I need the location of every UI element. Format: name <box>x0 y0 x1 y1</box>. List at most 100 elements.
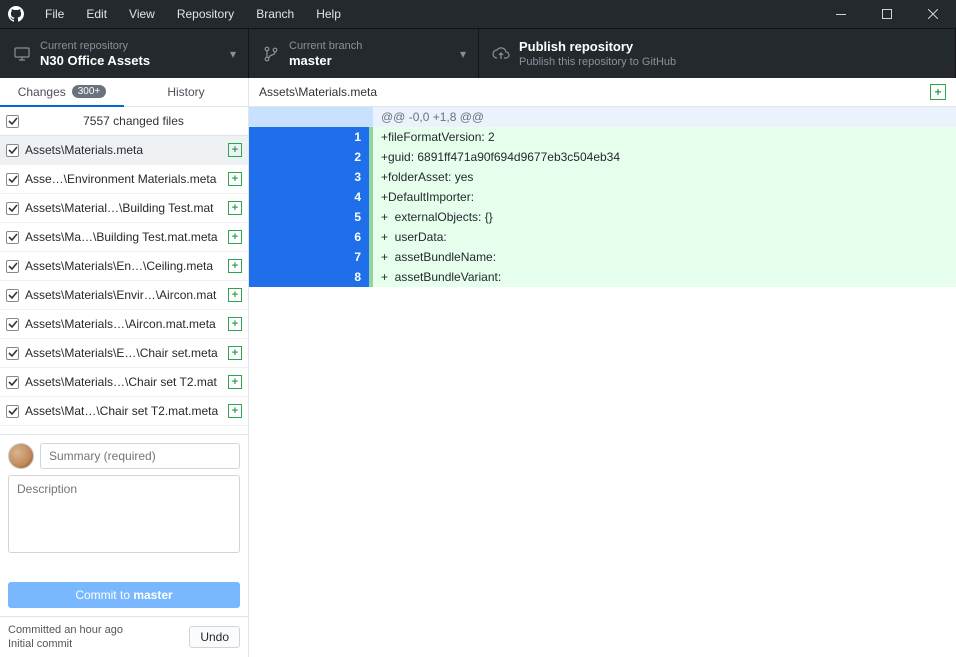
diff-line: 2+guid: 6891ff471a90f694d9677eb3c504eb34 <box>249 147 956 167</box>
tab-history-label: History <box>167 85 204 99</box>
monitor-icon <box>12 47 32 61</box>
repo-name: N30 Office Assets <box>40 53 150 69</box>
commit-summary-input[interactable] <box>40 443 240 469</box>
menu-file[interactable]: File <box>34 0 75 28</box>
added-icon: + <box>228 288 242 302</box>
added-icon: + <box>228 375 242 389</box>
tab-changes-label: Changes <box>18 85 66 99</box>
publish-repository-button[interactable]: Publish repository Publish this reposito… <box>479 29 956 78</box>
diff-line: 3+folderAsset: yes <box>249 167 956 187</box>
file-row[interactable]: Assets\Materials\En…\Ceiling.meta+ <box>0 252 248 281</box>
file-path: Assets\Materials\E…\Chair set.meta <box>25 346 228 360</box>
file-row[interactable]: Assets\Mat…\Chair set T2.mat.meta+ <box>0 397 248 426</box>
tab-changes[interactable]: Changes 300+ <box>0 78 124 107</box>
added-icon: + <box>228 172 242 186</box>
file-row[interactable]: Assets\Materials\Envir…\Aircon.mat+ <box>0 281 248 310</box>
file-checkbox[interactable] <box>6 376 19 389</box>
file-checkbox[interactable] <box>6 318 19 331</box>
added-icon: + <box>228 230 242 244</box>
changes-count-badge: 300+ <box>72 85 107 98</box>
git-branch-icon <box>261 46 281 62</box>
menu-view[interactable]: View <box>118 0 166 28</box>
commit-description-input[interactable] <box>8 475 240 553</box>
menu-repository[interactable]: Repository <box>166 0 245 28</box>
last-commit-info: Committed an hour ago Initial commit <box>8 623 189 651</box>
tab-history[interactable]: History <box>124 78 248 106</box>
file-checkbox[interactable] <box>6 202 19 215</box>
github-logo-icon <box>8 6 24 22</box>
chevron-down-icon: ▾ <box>230 47 236 61</box>
publish-subtitle: Publish this repository to GitHub <box>519 55 676 69</box>
expand-diff-icon[interactable]: + <box>930 84 946 100</box>
file-row[interactable]: Asse…\Environment Materials.meta+ <box>0 165 248 194</box>
file-checkbox[interactable] <box>6 289 19 302</box>
repo-label: Current repository <box>40 39 150 53</box>
menu-bar: File Edit View Repository Branch Help <box>34 0 352 28</box>
file-row[interactable]: Assets\Material…\Building Test.mat+ <box>0 194 248 223</box>
diff-file-path: Assets\Materials.meta <box>259 85 377 99</box>
diff-hunk-header: @@ -0,0 +1,8 @@ <box>249 107 956 127</box>
diff-line: 4+DefaultImporter: <box>249 187 956 207</box>
diff-line: 1+fileFormatVersion: 2 <box>249 127 956 147</box>
diff-line: 5+ externalObjects: {} <box>249 207 956 227</box>
undo-button[interactable]: Undo <box>189 626 240 648</box>
file-path: Assets\Material…\Building Test.mat <box>25 201 228 215</box>
file-row[interactable]: Assets\Materials…\Chair set T2.mat+ <box>0 368 248 397</box>
file-row[interactable]: Assets\Ma…\Building Test.mat.meta+ <box>0 223 248 252</box>
branch-name: master <box>289 53 362 69</box>
diff-line: 8+ assetBundleVariant: <box>249 267 956 287</box>
file-checkbox[interactable] <box>6 231 19 244</box>
file-path: Asse…\Environment Materials.meta <box>25 172 228 186</box>
avatar <box>8 443 34 469</box>
window-controls <box>818 0 956 28</box>
file-path: Assets\Ma…\Building Test.mat.meta <box>25 230 228 244</box>
file-checkbox[interactable] <box>6 173 19 186</box>
menu-branch[interactable]: Branch <box>245 0 305 28</box>
file-checkbox[interactable] <box>6 347 19 360</box>
file-path: Assets\Materials…\Aircon.mat.meta <box>25 317 228 331</box>
chevron-down-icon: ▾ <box>460 47 466 61</box>
filelist[interactable]: Assets\Materials.meta+Asse…\Environment … <box>0 136 248 434</box>
file-row[interactable]: Assets\Materials\E…\Chair set.meta+ <box>0 339 248 368</box>
maximize-button[interactable] <box>864 0 910 28</box>
diff-line: 7+ assetBundleName: <box>249 247 956 267</box>
added-icon: + <box>228 143 242 157</box>
file-path: Assets\Materials.meta <box>25 143 228 157</box>
commit-form: Commit to master <box>0 434 248 616</box>
added-icon: + <box>228 346 242 360</box>
undo-area: Committed an hour ago Initial commit Und… <box>0 616 248 657</box>
current-branch-selector[interactable]: Current branch master ▾ <box>249 29 479 78</box>
added-icon: + <box>228 317 242 331</box>
publish-title: Publish repository <box>519 39 676 55</box>
file-path: Assets\Materials\En…\Ceiling.meta <box>25 259 228 273</box>
added-icon: + <box>228 201 242 215</box>
select-all-checkbox[interactable] <box>6 115 19 128</box>
sidebar: Changes 300+ History 7557 changed files … <box>0 78 249 657</box>
file-row[interactable]: Assets\Materials…\Aircon.mat.meta+ <box>0 310 248 339</box>
filelist-header: 7557 changed files <box>0 107 248 136</box>
cloud-upload-icon <box>491 47 511 61</box>
diff-pane: Assets\Materials.meta + @@ -0,0 +1,8 @@1… <box>249 78 956 657</box>
diff-line: 6+ userData: <box>249 227 956 247</box>
file-checkbox[interactable] <box>6 260 19 273</box>
menu-help[interactable]: Help <box>305 0 352 28</box>
sidebar-tabs: Changes 300+ History <box>0 78 248 107</box>
file-path: Assets\Materials…\Chair set T2.mat <box>25 375 228 389</box>
branch-label: Current branch <box>289 39 362 53</box>
file-path: Assets\Mat…\Chair set T2.mat.meta <box>25 404 228 418</box>
diff-header: Assets\Materials.meta + <box>249 78 956 107</box>
file-path: Assets\Materials\Envir…\Aircon.mat <box>25 288 228 302</box>
diff-body[interactable]: @@ -0,0 +1,8 @@1+fileFormatVersion: 22+g… <box>249 107 956 657</box>
minimize-button[interactable] <box>818 0 864 28</box>
current-repository-selector[interactable]: Current repository N30 Office Assets ▾ <box>0 29 249 78</box>
changed-files-count: 7557 changed files <box>19 114 248 128</box>
menu-edit[interactable]: Edit <box>75 0 118 28</box>
file-checkbox[interactable] <box>6 405 19 418</box>
toolbar: Current repository N30 Office Assets ▾ C… <box>0 28 956 78</box>
file-row[interactable]: Assets\Materials.meta+ <box>0 136 248 165</box>
commit-button[interactable]: Commit to master <box>8 582 240 608</box>
added-icon: + <box>228 259 242 273</box>
titlebar: File Edit View Repository Branch Help <box>0 0 956 28</box>
file-checkbox[interactable] <box>6 144 19 157</box>
close-button[interactable] <box>910 0 956 28</box>
